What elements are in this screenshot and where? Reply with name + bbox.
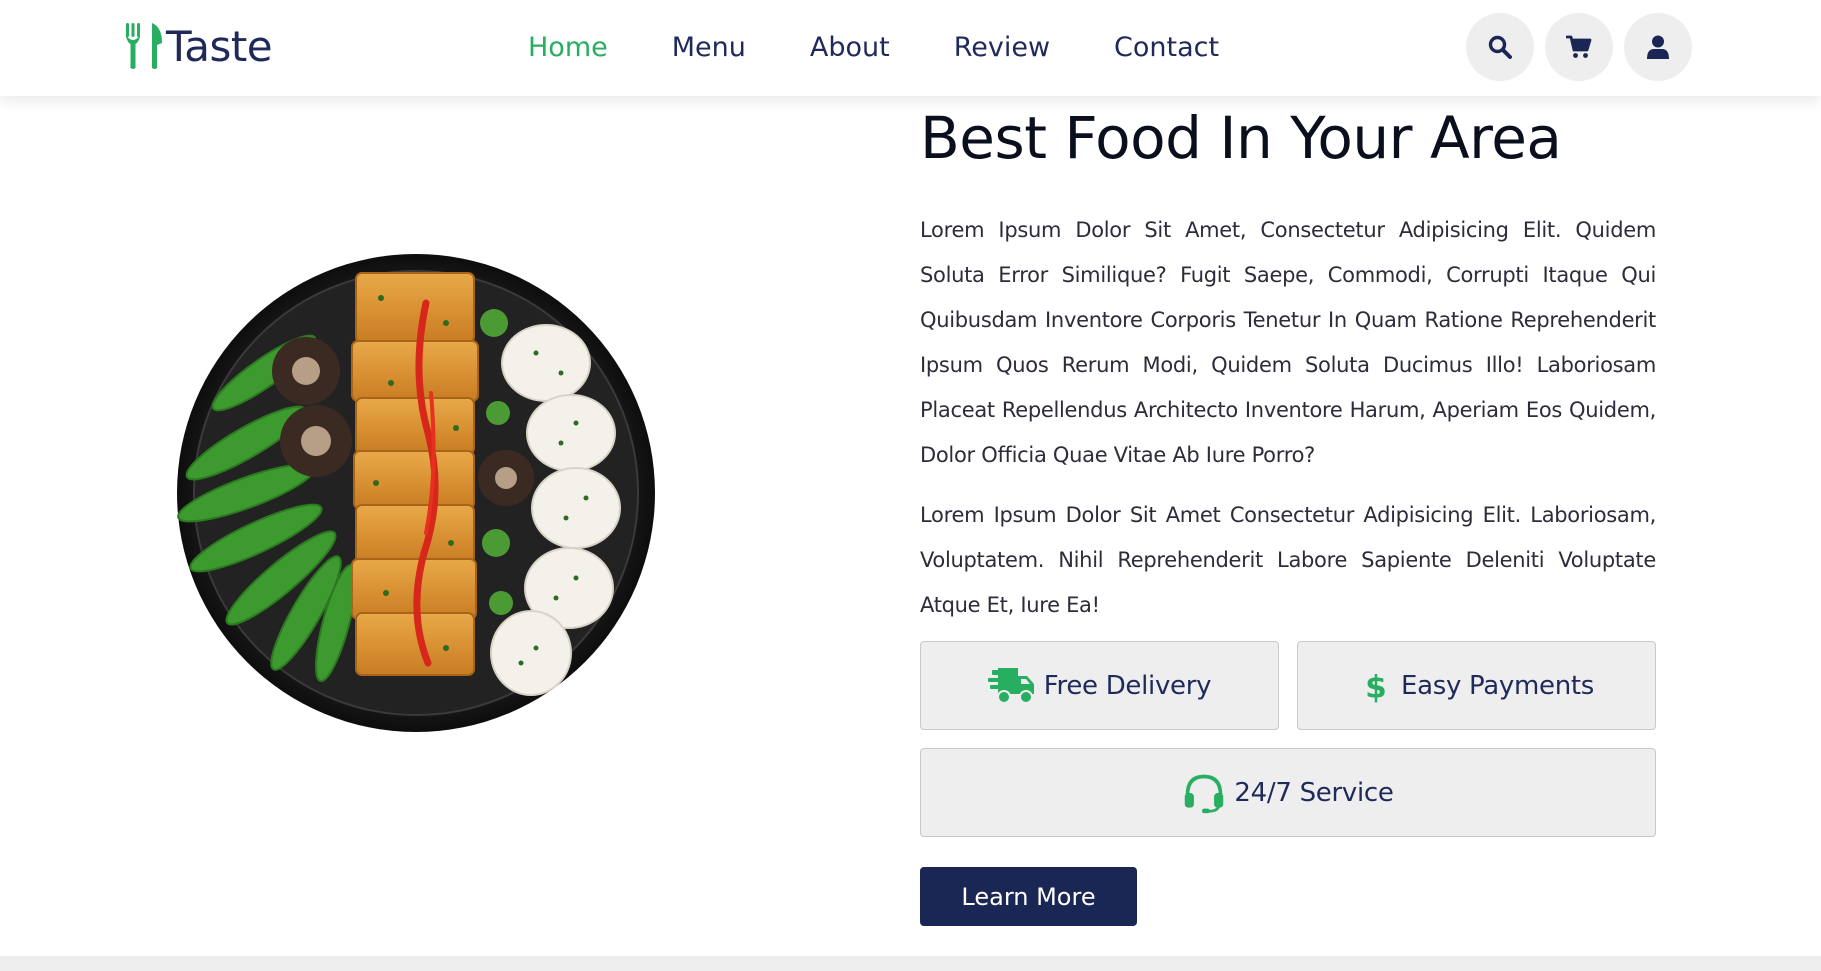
header-icons: [1466, 13, 1703, 81]
site-header: Taste Home Menu About Review Contact: [0, 0, 1821, 96]
svg-text:$: $: [1365, 669, 1387, 705]
utensils-icon: [126, 23, 162, 69]
nav-home[interactable]: Home: [528, 28, 608, 68]
headset-icon: [1185, 774, 1224, 813]
feature-label: 24/7 Service: [1234, 777, 1394, 808]
logo-text: Taste: [166, 21, 273, 71]
learn-more-button[interactable]: Learn More: [920, 867, 1137, 926]
search-button[interactable]: [1466, 13, 1534, 81]
nav-contact[interactable]: Contact: [1114, 28, 1219, 68]
nav-about[interactable]: About: [810, 28, 890, 68]
search-icon: [1488, 35, 1512, 59]
feature-label: Free Delivery: [1043, 670, 1212, 701]
feature-label: Easy Payments: [1400, 670, 1595, 701]
hero-content: Best Food In Your Area Lorem Ipsum Dolor…: [920, 100, 1656, 628]
cart-icon: [1566, 35, 1592, 58]
feature-easy-payments: $ Easy Payments: [1297, 641, 1656, 730]
cart-button[interactable]: [1545, 13, 1613, 81]
food-plate-image: [176, 253, 656, 733]
nav-menu[interactable]: Menu: [672, 28, 746, 68]
next-section-edge: [0, 956, 1821, 971]
user-button[interactable]: [1624, 13, 1692, 81]
user-icon: [1647, 35, 1669, 59]
feature-free-delivery: Free Delivery: [920, 641, 1279, 730]
main-nav: Home Menu About Review Contact: [528, 28, 1283, 68]
nav-review[interactable]: Review: [954, 28, 1050, 68]
feature-24-7-service: 24/7 Service: [920, 748, 1656, 837]
hero-paragraph-2: Lorem Ipsum Dolor Sit Amet Consectetur A…: [920, 503, 1656, 617]
hero-title: Best Food In Your Area: [920, 104, 1562, 172]
dollar-icon: $: [1365, 669, 1387, 705]
logo[interactable]: Taste: [124, 16, 273, 76]
hero-paragraph-1: Lorem Ipsum Dolor Sit Amet, Consectetur …: [920, 218, 1656, 467]
truck-icon: [987, 667, 1034, 704]
